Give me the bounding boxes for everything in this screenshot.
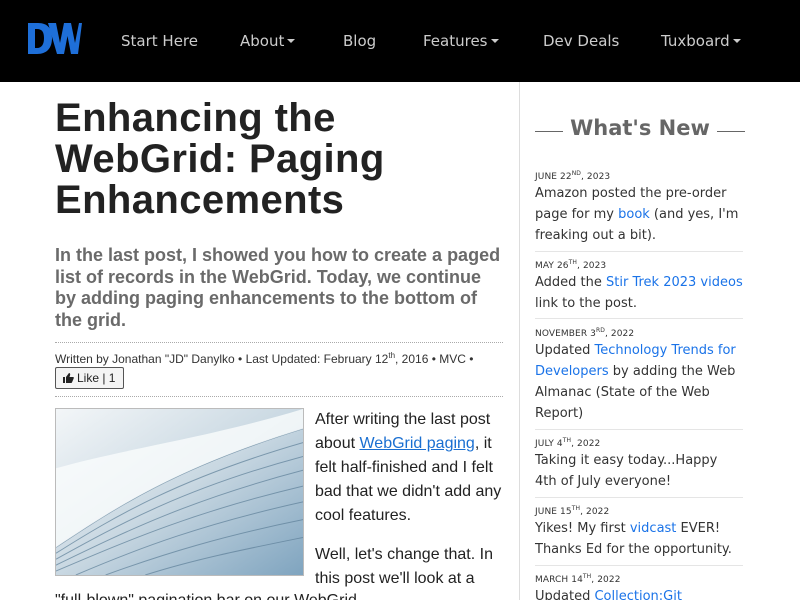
news-date: JUNE 22ND, 2023 [535,170,611,182]
updated-date: February 12 [323,352,389,366]
news-item: NOVEMBER 3RD, 2022 Updated Technology Tr… [535,325,743,424]
divider [535,318,743,319]
news-item: JULY 4TH, 2022 Taking it easy today...Ha… [535,435,743,492]
news-date: MARCH 14TH, 2022 [535,573,621,585]
chevron-down-icon [287,38,296,43]
divider [535,497,743,498]
nav-start-here[interactable]: Start Here [121,31,198,51]
sidebar-divider [519,82,520,600]
article-title: Enhancing the WebGrid: Paging Enhancemen… [55,96,385,222]
nav-tuxboard[interactable]: Tuxboard [661,31,741,51]
article-body: After writing the last post about WebGri… [315,408,510,600]
nav-blog[interactable]: Blog [343,31,376,51]
book-pages-image [55,408,304,576]
top-navbar: Start Here About Blog Features Dev Deals… [0,0,800,82]
book-link[interactable]: book [618,207,650,222]
category[interactable]: • MVC • [428,352,474,366]
divider [535,429,743,430]
nav-features[interactable]: Features [423,31,499,51]
news-item: JUNE 15TH, 2022 Yikes! My first vidcast … [535,503,743,560]
news-item: MARCH 14TH, 2022 Updated Collection:Git … [535,571,743,600]
news-item: MAY 26TH, 2023 Added the Stir Trek 2023 … [535,259,743,311]
like-button[interactable]: Like | 1 [55,367,124,389]
paragraph: After writing the last post about WebGri… [315,411,502,524]
divider [535,251,743,252]
news-date: NOVEMBER 3RD, 2022 [535,327,635,339]
article-meta: Written by Jonathan "JD" Danylko • Last … [55,351,474,366]
divider [55,396,503,397]
divider [535,565,743,566]
news-date: JUNE 15TH, 2022 [535,505,610,517]
site-logo[interactable] [26,19,82,57]
paragraph: "full-blown" pagination bar on our WebGr… [55,589,515,600]
whats-new-heading: What's New [570,116,710,140]
vidcast-link[interactable]: vidcast [630,521,677,536]
divider [55,342,503,343]
paragraph: Well, let's change that. In this post we… [315,546,493,587]
thumbs-up-icon [63,373,74,383]
chevron-down-icon [490,38,499,43]
nav-dev-deals[interactable]: Dev Deals [543,31,619,51]
webgrid-paging-link[interactable]: WebGrid paging [359,435,474,452]
stir-trek-videos-link[interactable]: Stir Trek 2023 videos [606,275,743,290]
news-date: MAY 26TH, 2023 [535,259,607,271]
nav-about[interactable]: About [240,31,296,51]
author: Written by Jonathan "JD" Danylko [55,352,235,366]
news-item: JUNE 22ND, 2023 Amazon posted the pre-or… [535,168,743,246]
news-date: JULY 4TH, 2022 [535,437,601,449]
article-subtitle: In the last post, I showed you how to cr… [55,245,501,330]
chevron-down-icon [732,38,741,43]
